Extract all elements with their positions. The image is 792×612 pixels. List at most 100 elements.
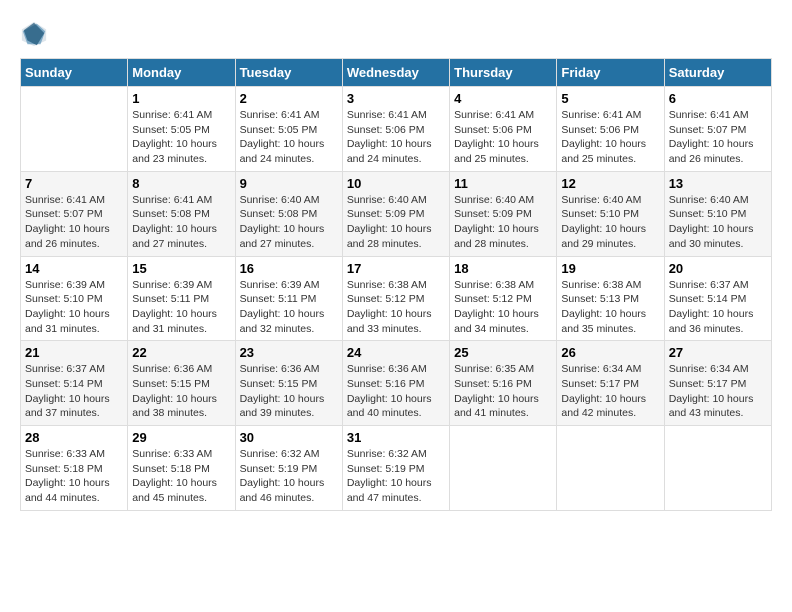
week-row-2: 7 Sunrise: 6:41 AMSunset: 5:07 PMDaylight… xyxy=(21,171,772,256)
header-tuesday: Tuesday xyxy=(235,59,342,87)
day-detail: Sunrise: 6:40 AMSunset: 5:10 PMDaylight:… xyxy=(669,193,767,252)
day-number: 2 xyxy=(240,91,338,106)
calendar-cell: 6 Sunrise: 6:41 AMSunset: 5:07 PMDaylight… xyxy=(664,87,771,172)
day-number: 22 xyxy=(132,345,230,360)
day-number: 7 xyxy=(25,176,123,191)
calendar-table: SundayMondayTuesdayWednesdayThursdayFrid… xyxy=(20,58,772,511)
day-number: 29 xyxy=(132,430,230,445)
day-detail: Sunrise: 6:40 AMSunset: 5:09 PMDaylight:… xyxy=(454,193,552,252)
day-number: 30 xyxy=(240,430,338,445)
day-number: 15 xyxy=(132,261,230,276)
day-detail: Sunrise: 6:40 AMSunset: 5:08 PMDaylight:… xyxy=(240,193,338,252)
day-number: 1 xyxy=(132,91,230,106)
day-detail: Sunrise: 6:36 AMSunset: 5:16 PMDaylight:… xyxy=(347,362,445,421)
day-detail: Sunrise: 6:41 AMSunset: 5:07 PMDaylight:… xyxy=(669,108,767,167)
calendar-cell: 3 Sunrise: 6:41 AMSunset: 5:06 PMDaylight… xyxy=(342,87,449,172)
calendar-cell: 5 Sunrise: 6:41 AMSunset: 5:06 PMDaylight… xyxy=(557,87,664,172)
day-detail: Sunrise: 6:36 AMSunset: 5:15 PMDaylight:… xyxy=(240,362,338,421)
calendar-cell: 11 Sunrise: 6:40 AMSunset: 5:09 PMDayligh… xyxy=(450,171,557,256)
logo-icon xyxy=(20,20,48,48)
calendar-cell: 18 Sunrise: 6:38 AMSunset: 5:12 PMDayligh… xyxy=(450,256,557,341)
day-number: 24 xyxy=(347,345,445,360)
header xyxy=(20,20,772,48)
calendar-cell: 29 Sunrise: 6:33 AMSunset: 5:18 PMDayligh… xyxy=(128,426,235,511)
calendar-cell: 26 Sunrise: 6:34 AMSunset: 5:17 PMDayligh… xyxy=(557,341,664,426)
calendar-cell: 22Sunrise: 6:36 AMSunset: 5:15 PMDayligh… xyxy=(128,341,235,426)
calendar-cell: 9 Sunrise: 6:40 AMSunset: 5:08 PMDaylight… xyxy=(235,171,342,256)
day-number: 18 xyxy=(454,261,552,276)
day-number: 9 xyxy=(240,176,338,191)
calendar-cell xyxy=(21,87,128,172)
day-detail: Sunrise: 6:39 AMSunset: 5:11 PMDaylight:… xyxy=(132,278,230,337)
calendar-cell: 12Sunrise: 6:40 AMSunset: 5:10 PMDayligh… xyxy=(557,171,664,256)
day-detail: Sunrise: 6:41 AMSunset: 5:06 PMDaylight:… xyxy=(454,108,552,167)
day-detail: Sunrise: 6:35 AMSunset: 5:16 PMDaylight:… xyxy=(454,362,552,421)
day-detail: Sunrise: 6:39 AMSunset: 5:11 PMDaylight:… xyxy=(240,278,338,337)
day-detail: Sunrise: 6:37 AMSunset: 5:14 PMDaylight:… xyxy=(25,362,123,421)
day-number: 14 xyxy=(25,261,123,276)
day-number: 16 xyxy=(240,261,338,276)
logo xyxy=(20,20,50,48)
calendar-cell: 14 Sunrise: 6:39 AMSunset: 5:10 PMDayligh… xyxy=(21,256,128,341)
day-number: 3 xyxy=(347,91,445,106)
header-sunday: Sunday xyxy=(21,59,128,87)
day-number: 27 xyxy=(669,345,767,360)
day-number: 11 xyxy=(454,176,552,191)
day-number: 13 xyxy=(669,176,767,191)
day-number: 19 xyxy=(561,261,659,276)
calendar-cell: 1 Sunrise: 6:41 AMSunset: 5:05 PMDaylight… xyxy=(128,87,235,172)
calendar-cell xyxy=(664,426,771,511)
day-number: 17 xyxy=(347,261,445,276)
calendar-cell: 24 Sunrise: 6:36 AMSunset: 5:16 PMDayligh… xyxy=(342,341,449,426)
day-detail: Sunrise: 6:33 AMSunset: 5:18 PMDaylight:… xyxy=(132,447,230,506)
week-row-5: 28 Sunrise: 6:33 AMSunset: 5:18 PMDayligh… xyxy=(21,426,772,511)
week-row-1: 1 Sunrise: 6:41 AMSunset: 5:05 PMDaylight… xyxy=(21,87,772,172)
calendar-cell: 31Sunrise: 6:32 AMSunset: 5:19 PMDayligh… xyxy=(342,426,449,511)
header-saturday: Saturday xyxy=(664,59,771,87)
day-detail: Sunrise: 6:34 AMSunset: 5:17 PMDaylight:… xyxy=(561,362,659,421)
header-wednesday: Wednesday xyxy=(342,59,449,87)
day-detail: Sunrise: 6:41 AMSunset: 5:07 PMDaylight:… xyxy=(25,193,123,252)
day-detail: Sunrise: 6:34 AMSunset: 5:17 PMDaylight:… xyxy=(669,362,767,421)
day-detail: Sunrise: 6:41 AMSunset: 5:05 PMDaylight:… xyxy=(132,108,230,167)
calendar-cell: 17 Sunrise: 6:38 AMSunset: 5:12 PMDayligh… xyxy=(342,256,449,341)
calendar-cell: 7 Sunrise: 6:41 AMSunset: 5:07 PMDaylight… xyxy=(21,171,128,256)
calendar-cell xyxy=(557,426,664,511)
day-number: 23 xyxy=(240,345,338,360)
day-detail: Sunrise: 6:37 AMSunset: 5:14 PMDaylight:… xyxy=(669,278,767,337)
day-number: 10 xyxy=(347,176,445,191)
calendar-cell: 15 Sunrise: 6:39 AMSunset: 5:11 PMDayligh… xyxy=(128,256,235,341)
day-detail: Sunrise: 6:38 AMSunset: 5:12 PMDaylight:… xyxy=(454,278,552,337)
day-number: 26 xyxy=(561,345,659,360)
day-detail: Sunrise: 6:32 AMSunset: 5:19 PMDaylight:… xyxy=(347,447,445,506)
day-detail: Sunrise: 6:33 AMSunset: 5:18 PMDaylight:… xyxy=(25,447,123,506)
calendar-cell xyxy=(450,426,557,511)
week-row-3: 14 Sunrise: 6:39 AMSunset: 5:10 PMDayligh… xyxy=(21,256,772,341)
calendar-cell: 25 Sunrise: 6:35 AMSunset: 5:16 PMDayligh… xyxy=(450,341,557,426)
calendar-cell: 10Sunrise: 6:40 AMSunset: 5:09 PMDayligh… xyxy=(342,171,449,256)
calendar-cell: 27 Sunrise: 6:34 AMSunset: 5:17 PMDayligh… xyxy=(664,341,771,426)
day-number: 4 xyxy=(454,91,552,106)
day-detail: Sunrise: 6:39 AMSunset: 5:10 PMDaylight:… xyxy=(25,278,123,337)
calendar-cell: 21Sunrise: 6:37 AMSunset: 5:14 PMDayligh… xyxy=(21,341,128,426)
day-number: 12 xyxy=(561,176,659,191)
calendar-cell: 30Sunrise: 6:32 AMSunset: 5:19 PMDayligh… xyxy=(235,426,342,511)
day-number: 5 xyxy=(561,91,659,106)
calendar-cell: 16 Sunrise: 6:39 AMSunset: 5:11 PMDayligh… xyxy=(235,256,342,341)
calendar-cell: 2Sunrise: 6:41 AMSunset: 5:05 PMDaylight… xyxy=(235,87,342,172)
day-number: 8 xyxy=(132,176,230,191)
week-row-4: 21Sunrise: 6:37 AMSunset: 5:14 PMDayligh… xyxy=(21,341,772,426)
day-detail: Sunrise: 6:41 AMSunset: 5:08 PMDaylight:… xyxy=(132,193,230,252)
calendar-cell: 8 Sunrise: 6:41 AMSunset: 5:08 PMDaylight… xyxy=(128,171,235,256)
calendar-cell: 19Sunrise: 6:38 AMSunset: 5:13 PMDayligh… xyxy=(557,256,664,341)
day-detail: Sunrise: 6:38 AMSunset: 5:12 PMDaylight:… xyxy=(347,278,445,337)
calendar-cell: 23 Sunrise: 6:36 AMSunset: 5:15 PMDayligh… xyxy=(235,341,342,426)
day-number: 28 xyxy=(25,430,123,445)
header-monday: Monday xyxy=(128,59,235,87)
day-number: 25 xyxy=(454,345,552,360)
header-thursday: Thursday xyxy=(450,59,557,87)
day-detail: Sunrise: 6:41 AMSunset: 5:06 PMDaylight:… xyxy=(347,108,445,167)
day-detail: Sunrise: 6:41 AMSunset: 5:06 PMDaylight:… xyxy=(561,108,659,167)
calendar-cell: 28 Sunrise: 6:33 AMSunset: 5:18 PMDayligh… xyxy=(21,426,128,511)
day-number: 6 xyxy=(669,91,767,106)
